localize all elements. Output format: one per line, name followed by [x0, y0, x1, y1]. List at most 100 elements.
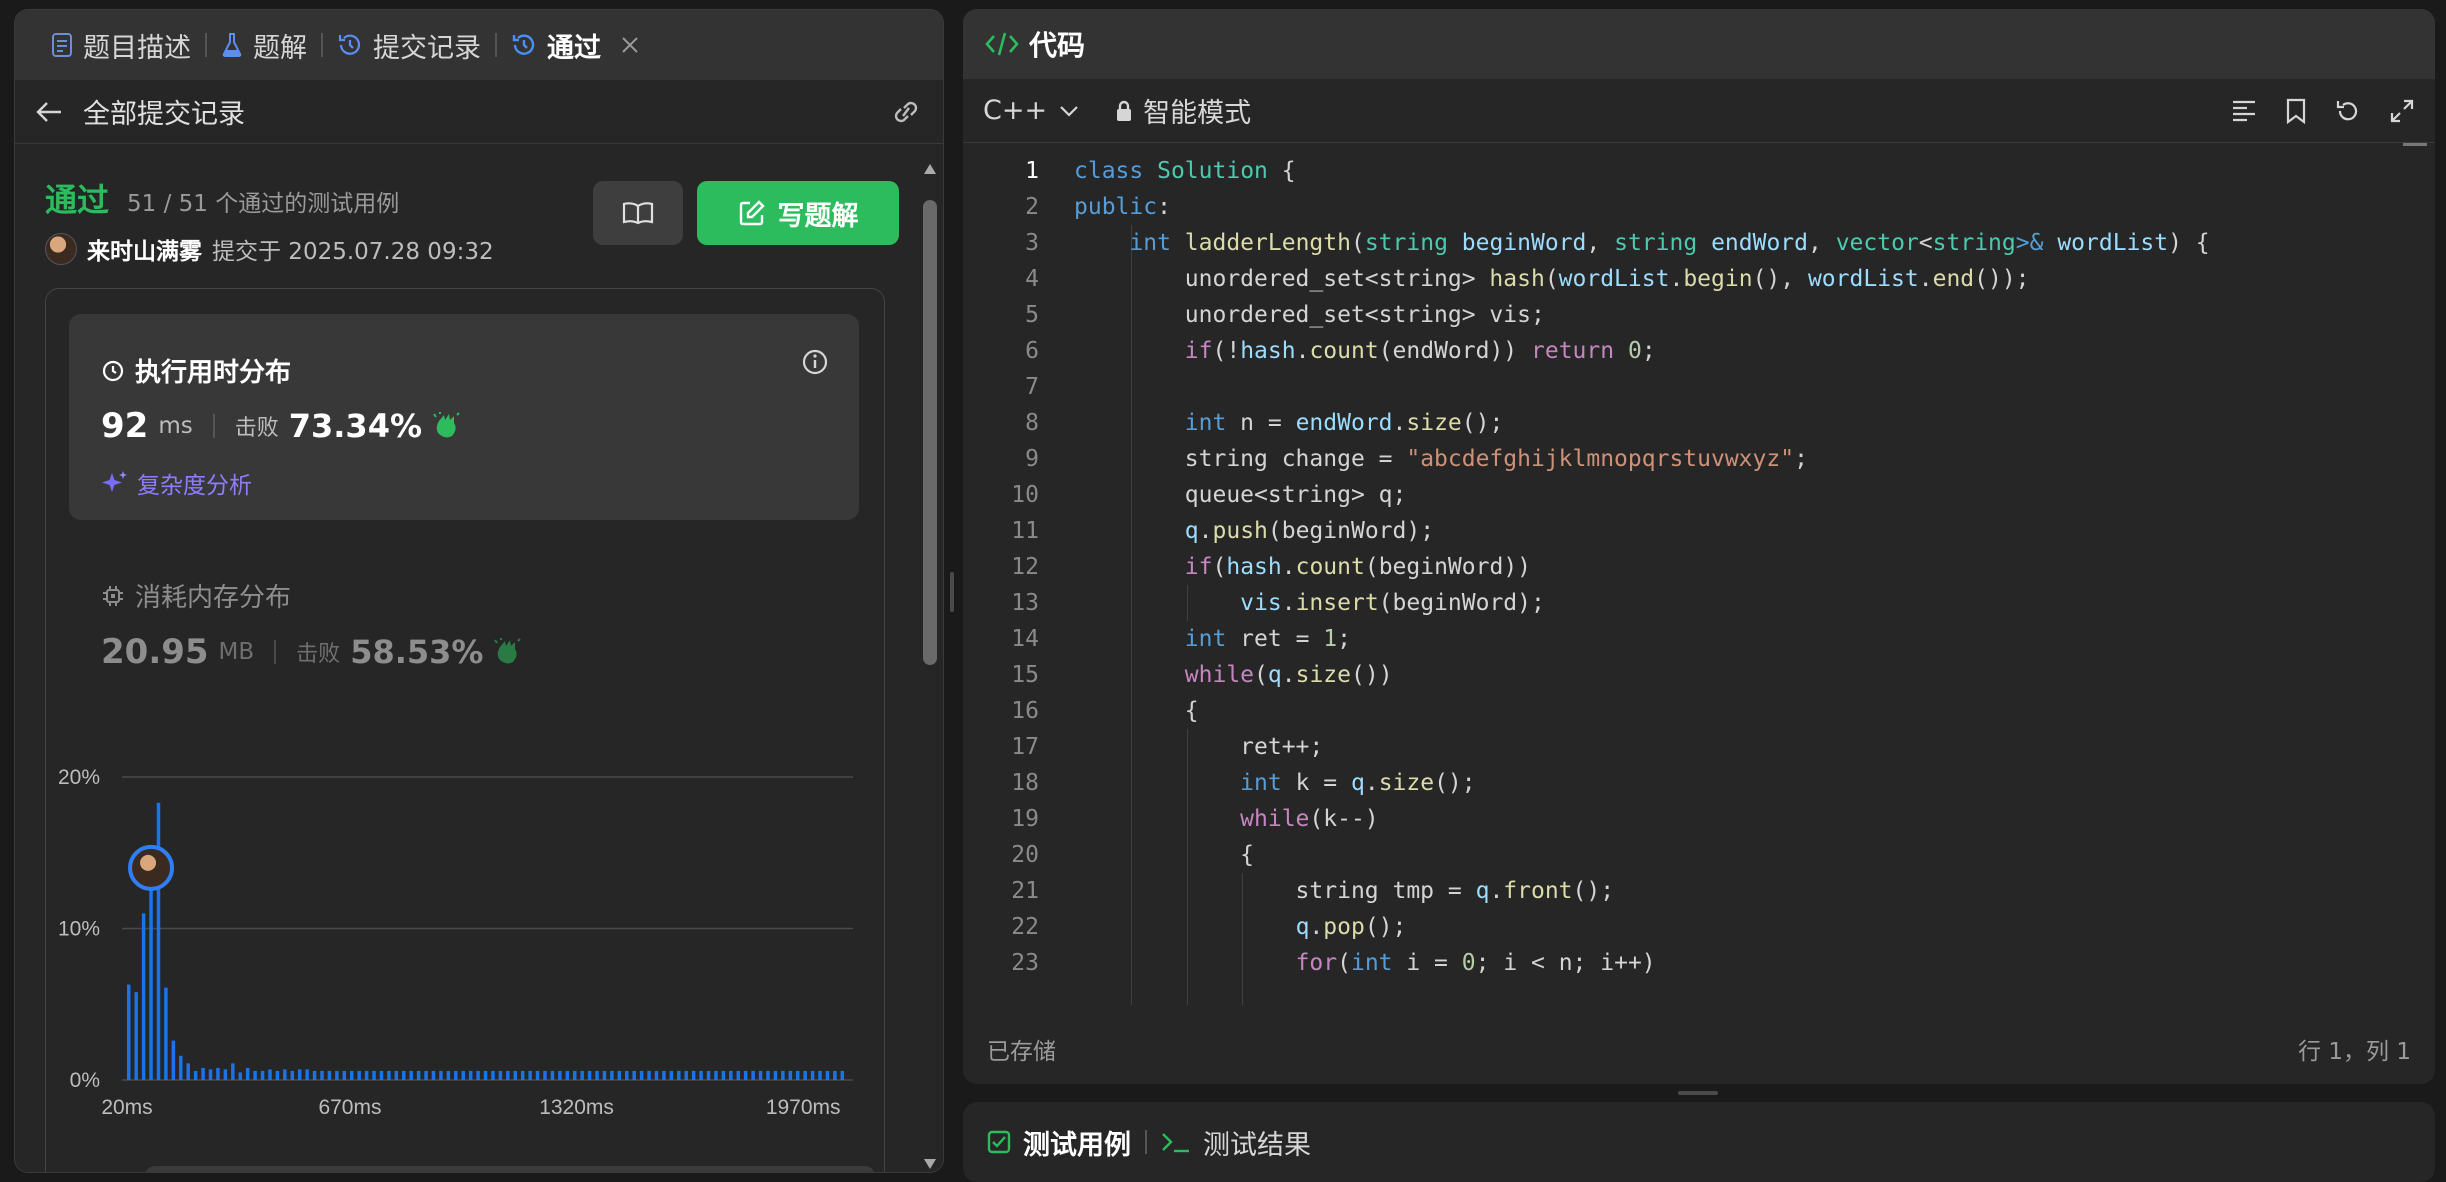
histogram-bar[interactable] — [506, 1070, 510, 1080]
histogram-bar[interactable] — [743, 1070, 748, 1080]
histogram-bar[interactable] — [320, 1070, 324, 1080]
maximize-icon[interactable] — [2389, 98, 2415, 124]
histogram-bar[interactable] — [558, 1070, 562, 1080]
histogram-bar[interactable] — [751, 1070, 755, 1080]
tab-submissions[interactable]: 提交记录 — [323, 10, 495, 80]
histogram-bar[interactable] — [647, 1070, 651, 1080]
histogram-bar[interactable] — [729, 1070, 733, 1080]
histogram-bar[interactable] — [491, 1070, 495, 1080]
histogram-bar[interactable] — [186, 1063, 190, 1080]
complexity-analysis-link[interactable]: 复杂度分析 — [101, 466, 252, 500]
left-scrollbar[interactable] — [923, 160, 937, 1170]
histogram-bar[interactable] — [691, 1070, 696, 1080]
histogram-bar[interactable] — [706, 1070, 711, 1080]
histogram-bar[interactable] — [283, 1069, 287, 1080]
histogram-bar[interactable] — [379, 1070, 384, 1080]
histogram-bar[interactable] — [639, 1070, 644, 1080]
bookmark-icon[interactable] — [2285, 98, 2307, 124]
histogram-bar[interactable] — [387, 1070, 391, 1080]
runtime-card[interactable]: 执行用时分布 92 ms 击败 73.34% 复杂度分析 — [69, 314, 859, 520]
histogram-bar[interactable] — [699, 1070, 703, 1080]
scroll-up-icon[interactable] — [923, 163, 937, 175]
tab-testcase[interactable]: 测试用例 — [987, 1123, 1131, 1162]
tab-test-result[interactable]: 测试结果 — [1161, 1123, 1311, 1162]
histogram-bar[interactable] — [654, 1070, 659, 1080]
histogram-bar[interactable] — [483, 1070, 488, 1080]
histogram-bar[interactable] — [127, 984, 131, 1080]
histogram-bar[interactable] — [134, 992, 138, 1080]
histogram-bar[interactable] — [208, 1069, 213, 1080]
histogram-bar[interactable] — [803, 1070, 807, 1080]
histogram-bar[interactable] — [431, 1070, 436, 1080]
histogram-bar[interactable] — [402, 1070, 406, 1080]
code-editor[interactable]: 1 class Solution {2 public: 3 int ladderLen… — [963, 143, 2435, 1005]
histogram-bar[interactable] — [625, 1070, 629, 1080]
avatar[interactable] — [45, 233, 77, 265]
histogram-bar[interactable] — [476, 1070, 480, 1080]
histogram-bar[interactable] — [290, 1070, 295, 1080]
runtime-distribution-chart[interactable]: 20% 10% 0%20ms 670ms 1320ms 1970ms — [55, 750, 885, 1150]
histogram-bar[interactable] — [454, 1070, 458, 1080]
histogram-bar[interactable] — [610, 1070, 614, 1080]
histogram-bar[interactable] — [424, 1070, 428, 1080]
histogram-bar[interactable] — [543, 1070, 547, 1080]
histogram-bar[interactable] — [446, 1070, 451, 1080]
histogram-bar[interactable] — [223, 1069, 228, 1080]
scroll-thumb[interactable] — [923, 200, 937, 665]
histogram-bar[interactable] — [587, 1070, 592, 1080]
histogram-bar[interactable] — [617, 1070, 622, 1080]
histogram-bar[interactable] — [305, 1069, 309, 1080]
histogram-bar[interactable] — [840, 1070, 845, 1080]
histogram-bar[interactable] — [528, 1070, 532, 1080]
histogram-bar[interactable] — [193, 1070, 198, 1080]
histogram-bar[interactable] — [372, 1070, 376, 1080]
histogram-bar[interactable] — [602, 1070, 607, 1080]
histogram-bar[interactable] — [461, 1070, 465, 1080]
histogram-bar[interactable] — [669, 1070, 674, 1080]
histogram-bar[interactable] — [580, 1070, 584, 1080]
histogram-bar[interactable] — [364, 1070, 369, 1080]
histogram-bar[interactable] — [275, 1070, 280, 1080]
link-icon[interactable] — [889, 99, 923, 125]
vertical-resize-handle[interactable] — [950, 572, 954, 612]
code-scrollbar[interactable] — [2403, 143, 2427, 146]
histogram-bar[interactable] — [149, 867, 153, 1080]
histogram-bar[interactable] — [520, 1070, 525, 1080]
histogram-bar[interactable] — [468, 1070, 473, 1080]
histogram-bar[interactable] — [297, 1069, 302, 1080]
user-position-marker[interactable] — [128, 844, 175, 891]
histogram-bar[interactable] — [357, 1070, 361, 1080]
histogram-bar[interactable] — [758, 1070, 763, 1080]
histogram-bar[interactable] — [788, 1070, 793, 1080]
histogram-bar[interactable] — [164, 987, 168, 1080]
histogram-bar[interactable] — [216, 1067, 220, 1080]
histogram-bar[interactable] — [201, 1067, 205, 1080]
histogram-bar[interactable] — [550, 1070, 555, 1080]
horizontal-resize-handle[interactable] — [1678, 1091, 1718, 1095]
all-submissions-label[interactable]: 全部提交记录 — [83, 92, 245, 131]
histogram-bar[interactable] — [238, 1072, 242, 1080]
write-solution-button[interactable]: 写题解 — [697, 181, 899, 245]
histogram-bar[interactable] — [156, 802, 161, 1080]
histogram-bar[interactable] — [335, 1070, 339, 1080]
histogram-bar[interactable] — [260, 1070, 265, 1080]
memory-title[interactable]: 消耗内存分布 — [101, 577, 291, 614]
histogram-bar[interactable] — [342, 1070, 347, 1080]
histogram-bar[interactable] — [714, 1070, 718, 1080]
histogram-bar[interactable] — [595, 1070, 599, 1080]
histogram-bar[interactable] — [795, 1070, 800, 1080]
scroll-down-icon[interactable] — [923, 1158, 937, 1170]
histogram-bar[interactable] — [179, 1055, 183, 1080]
chart-range-scrollbar[interactable] — [145, 1166, 875, 1172]
histogram-bar[interactable] — [572, 1070, 577, 1080]
histogram-bar[interactable] — [439, 1070, 443, 1080]
histogram-bar[interactable] — [268, 1069, 272, 1080]
histogram-bar[interactable] — [312, 1070, 317, 1080]
notes-button[interactable] — [593, 181, 683, 245]
histogram-bar[interactable] — [632, 1070, 636, 1080]
histogram-bar[interactable] — [409, 1070, 413, 1080]
reset-icon[interactable] — [2335, 98, 2361, 124]
histogram-bar[interactable] — [245, 1067, 250, 1080]
tab-solutions[interactable]: 题解 — [207, 10, 321, 80]
histogram-bar[interactable] — [818, 1070, 822, 1080]
